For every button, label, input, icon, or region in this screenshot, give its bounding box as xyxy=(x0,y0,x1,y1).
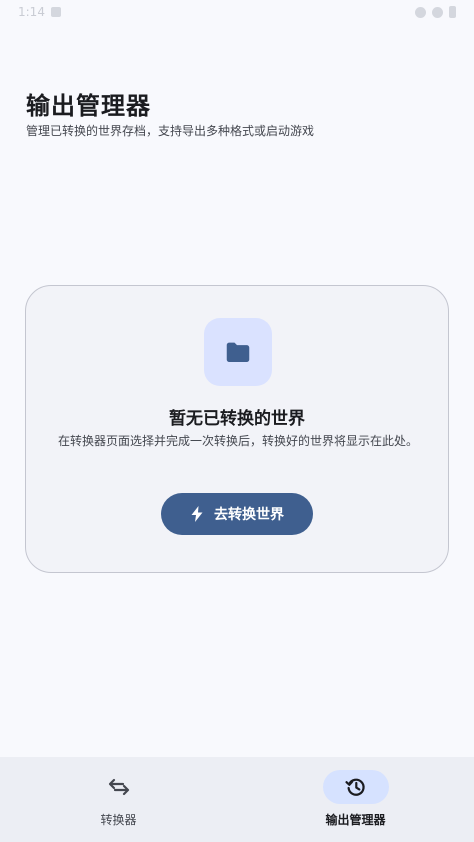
nav-icon-wrap-converter xyxy=(86,770,152,804)
nav-item-output-manager[interactable]: 输出管理器 xyxy=(237,757,474,842)
status-left: 1:14 xyxy=(18,5,61,19)
empty-state-card: 暂无已转换的世界 在转换器页面选择并完成一次转换后，转换好的世界将显示在此处。 … xyxy=(25,285,449,573)
status-time: 1:14 xyxy=(18,5,45,19)
go-convert-button-label: 去转换世界 xyxy=(214,507,284,523)
swap-arrows-icon xyxy=(108,778,129,796)
wifi-icon xyxy=(415,6,426,18)
empty-state-description: 在转换器页面选择并完成一次转换后，转换好的世界将显示在此处。 xyxy=(58,434,419,448)
empty-state-title: 暂无已转换的世界 xyxy=(169,409,305,429)
status-right xyxy=(415,6,456,18)
history-icon xyxy=(344,778,365,796)
signal-icon xyxy=(432,6,443,18)
nav-label-converter: 转换器 xyxy=(100,813,137,827)
nav-item-converter[interactable]: 转换器 xyxy=(0,757,237,842)
folder-icon-tile xyxy=(204,318,272,386)
status-bar: 1:14 xyxy=(0,0,474,24)
folder-icon xyxy=(226,342,250,362)
screen: 1:14 输出管理器 管理已转换的世界存档，支持导出多种格式或启动游戏 暂无已转… xyxy=(0,0,474,842)
go-convert-button[interactable]: 去转换世界 xyxy=(161,493,313,535)
nav-label-output-manager: 输出管理器 xyxy=(325,813,386,827)
page-title: 输出管理器 xyxy=(26,92,151,120)
page-subtitle: 管理已转换的世界存档，支持导出多种格式或启动游戏 xyxy=(26,124,315,138)
nav-icon-wrap-output-manager xyxy=(322,770,389,804)
bottom-navigation: 转换器 输出管理器 xyxy=(0,757,474,842)
bolt-icon xyxy=(191,506,203,522)
battery-icon xyxy=(449,6,456,18)
notification-icon xyxy=(50,7,61,17)
